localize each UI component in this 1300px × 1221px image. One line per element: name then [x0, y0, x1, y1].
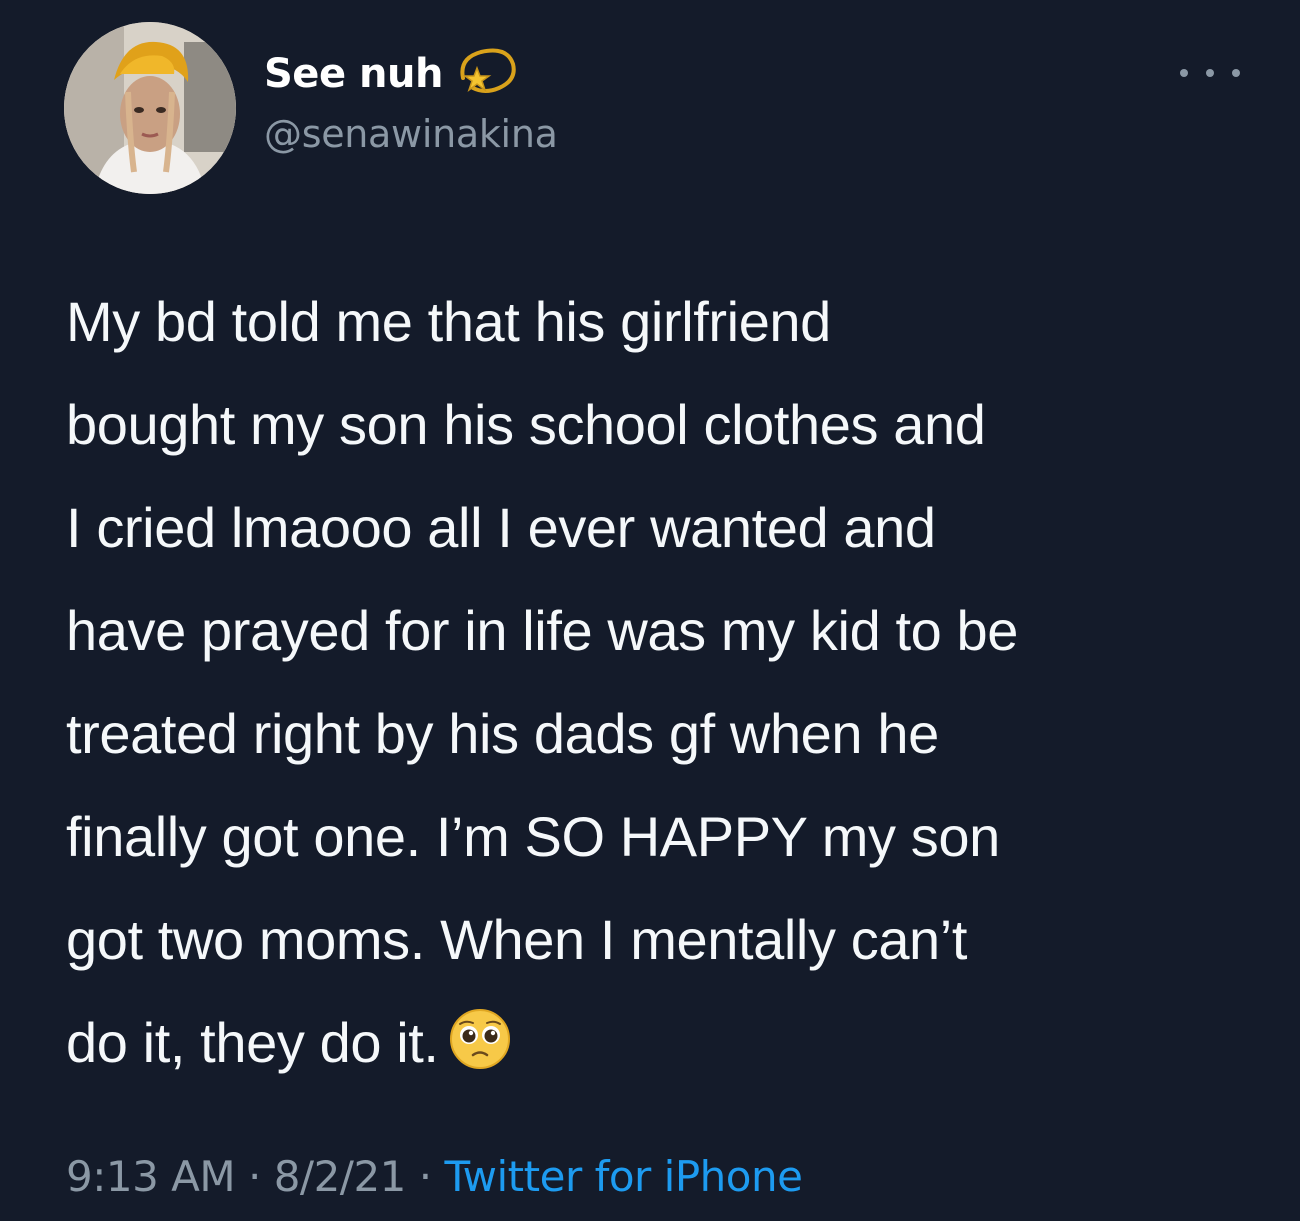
- tweet-text: My bd told me that his girlfriend bought…: [66, 290, 1019, 1074]
- pleading-face-icon: [449, 1009, 510, 1069]
- display-name[interactable]: See nuh: [264, 51, 443, 97]
- tweet-card: See nuh @senawinakina My bd told me that…: [0, 0, 1300, 1221]
- tweet-date[interactable]: 8/2/21: [274, 1152, 407, 1201]
- meta-separator: ·: [235, 1152, 274, 1201]
- meta-separator: ·: [405, 1152, 445, 1201]
- user-handle[interactable]: @senawinakina: [264, 112, 558, 156]
- more-options-button[interactable]: [1180, 58, 1240, 88]
- tweet-time[interactable]: 9:13 AM: [66, 1152, 236, 1201]
- avatar-photo: [64, 22, 236, 194]
- tweet-source-link[interactable]: Twitter for iPhone: [444, 1152, 803, 1201]
- more-dot: [1206, 69, 1214, 77]
- dizzy-star-icon: [460, 48, 516, 93]
- tweet-meta: 9:13 AM · 8/2/21 · Twitter for iPhone: [66, 1152, 803, 1201]
- tweet-body: My bd told me that his girlfriend bought…: [66, 270, 1266, 1094]
- more-dot: [1232, 69, 1240, 77]
- avatar[interactable]: [64, 22, 236, 194]
- display-name-row[interactable]: See nuh: [264, 44, 519, 104]
- more-dot: [1180, 69, 1188, 77]
